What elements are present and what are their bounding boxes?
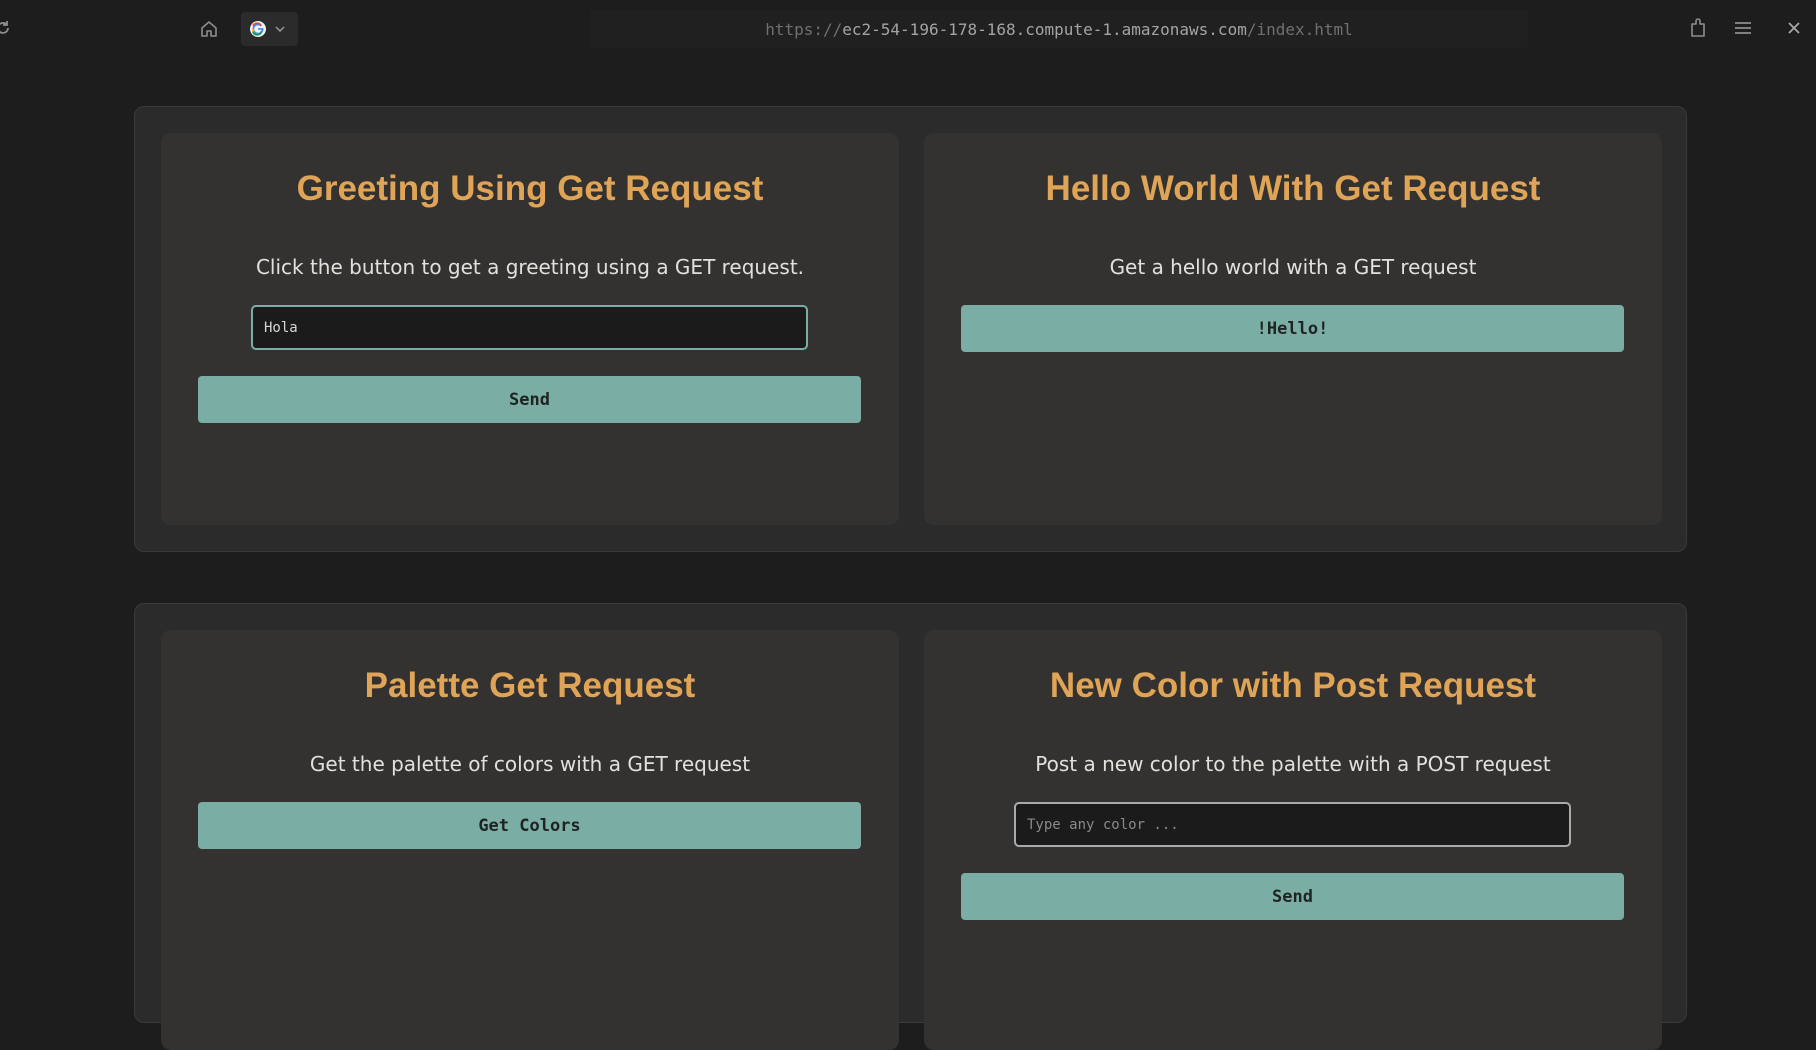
address-bar[interactable]: https://ec2-54-196-178-168.compute-1.ama… <box>590 10 1528 48</box>
color-input[interactable] <box>1014 802 1571 847</box>
card-description: Post a new color to the palette with a P… <box>1035 752 1551 776</box>
palette-card: Palette Get Request Get the palette of c… <box>161 630 899 1050</box>
get-colors-button[interactable]: Get Colors <box>198 802 861 849</box>
home-icon[interactable] <box>196 16 222 42</box>
greeting-card: Greeting Using Get Request Click the but… <box>161 133 899 525</box>
greeting-input[interactable] <box>251 305 808 350</box>
menu-icon[interactable] <box>1730 14 1756 42</box>
extensions-icon[interactable] <box>1685 14 1711 42</box>
card-description: Click the button to get a greeting using… <box>255 255 805 279</box>
url-path: /index.html <box>1246 19 1353 39</box>
close-icon[interactable] <box>1781 14 1807 42</box>
greeting-send-button[interactable]: Send <box>198 376 861 423</box>
search-engine-select[interactable] <box>241 12 298 46</box>
card-description: Get the palette of colors with a GET req… <box>309 752 751 776</box>
url-host: ec2-54-196-178-168.compute-1.amazonaws.c… <box>842 19 1247 39</box>
card-title: Palette Get Request <box>364 666 696 705</box>
get-requests-section: Greeting Using Get Request Click the but… <box>134 106 1687 552</box>
new-color-send-button[interactable]: Send <box>961 873 1624 920</box>
card-title: Greeting Using Get Request <box>296 169 764 208</box>
browser-toolbar: https://ec2-54-196-178-168.compute-1.ama… <box>0 0 1816 58</box>
card-title: New Color with Post Request <box>1049 666 1537 705</box>
hello-world-card: Hello World With Get Request Get a hello… <box>924 133 1662 525</box>
card-description: Get a hello world with a GET request <box>1109 255 1477 279</box>
reload-icon[interactable] <box>0 14 14 42</box>
google-icon <box>247 18 269 40</box>
card-title: Hello World With Get Request <box>1045 169 1541 208</box>
chevron-down-icon <box>273 22 287 36</box>
palette-section: Palette Get Request Get the palette of c… <box>134 603 1687 1050</box>
url-scheme: https:// <box>765 19 843 39</box>
new-color-card: New Color with Post Request Post a new c… <box>924 630 1662 1050</box>
hello-button[interactable]: !Hello! <box>961 305 1624 352</box>
